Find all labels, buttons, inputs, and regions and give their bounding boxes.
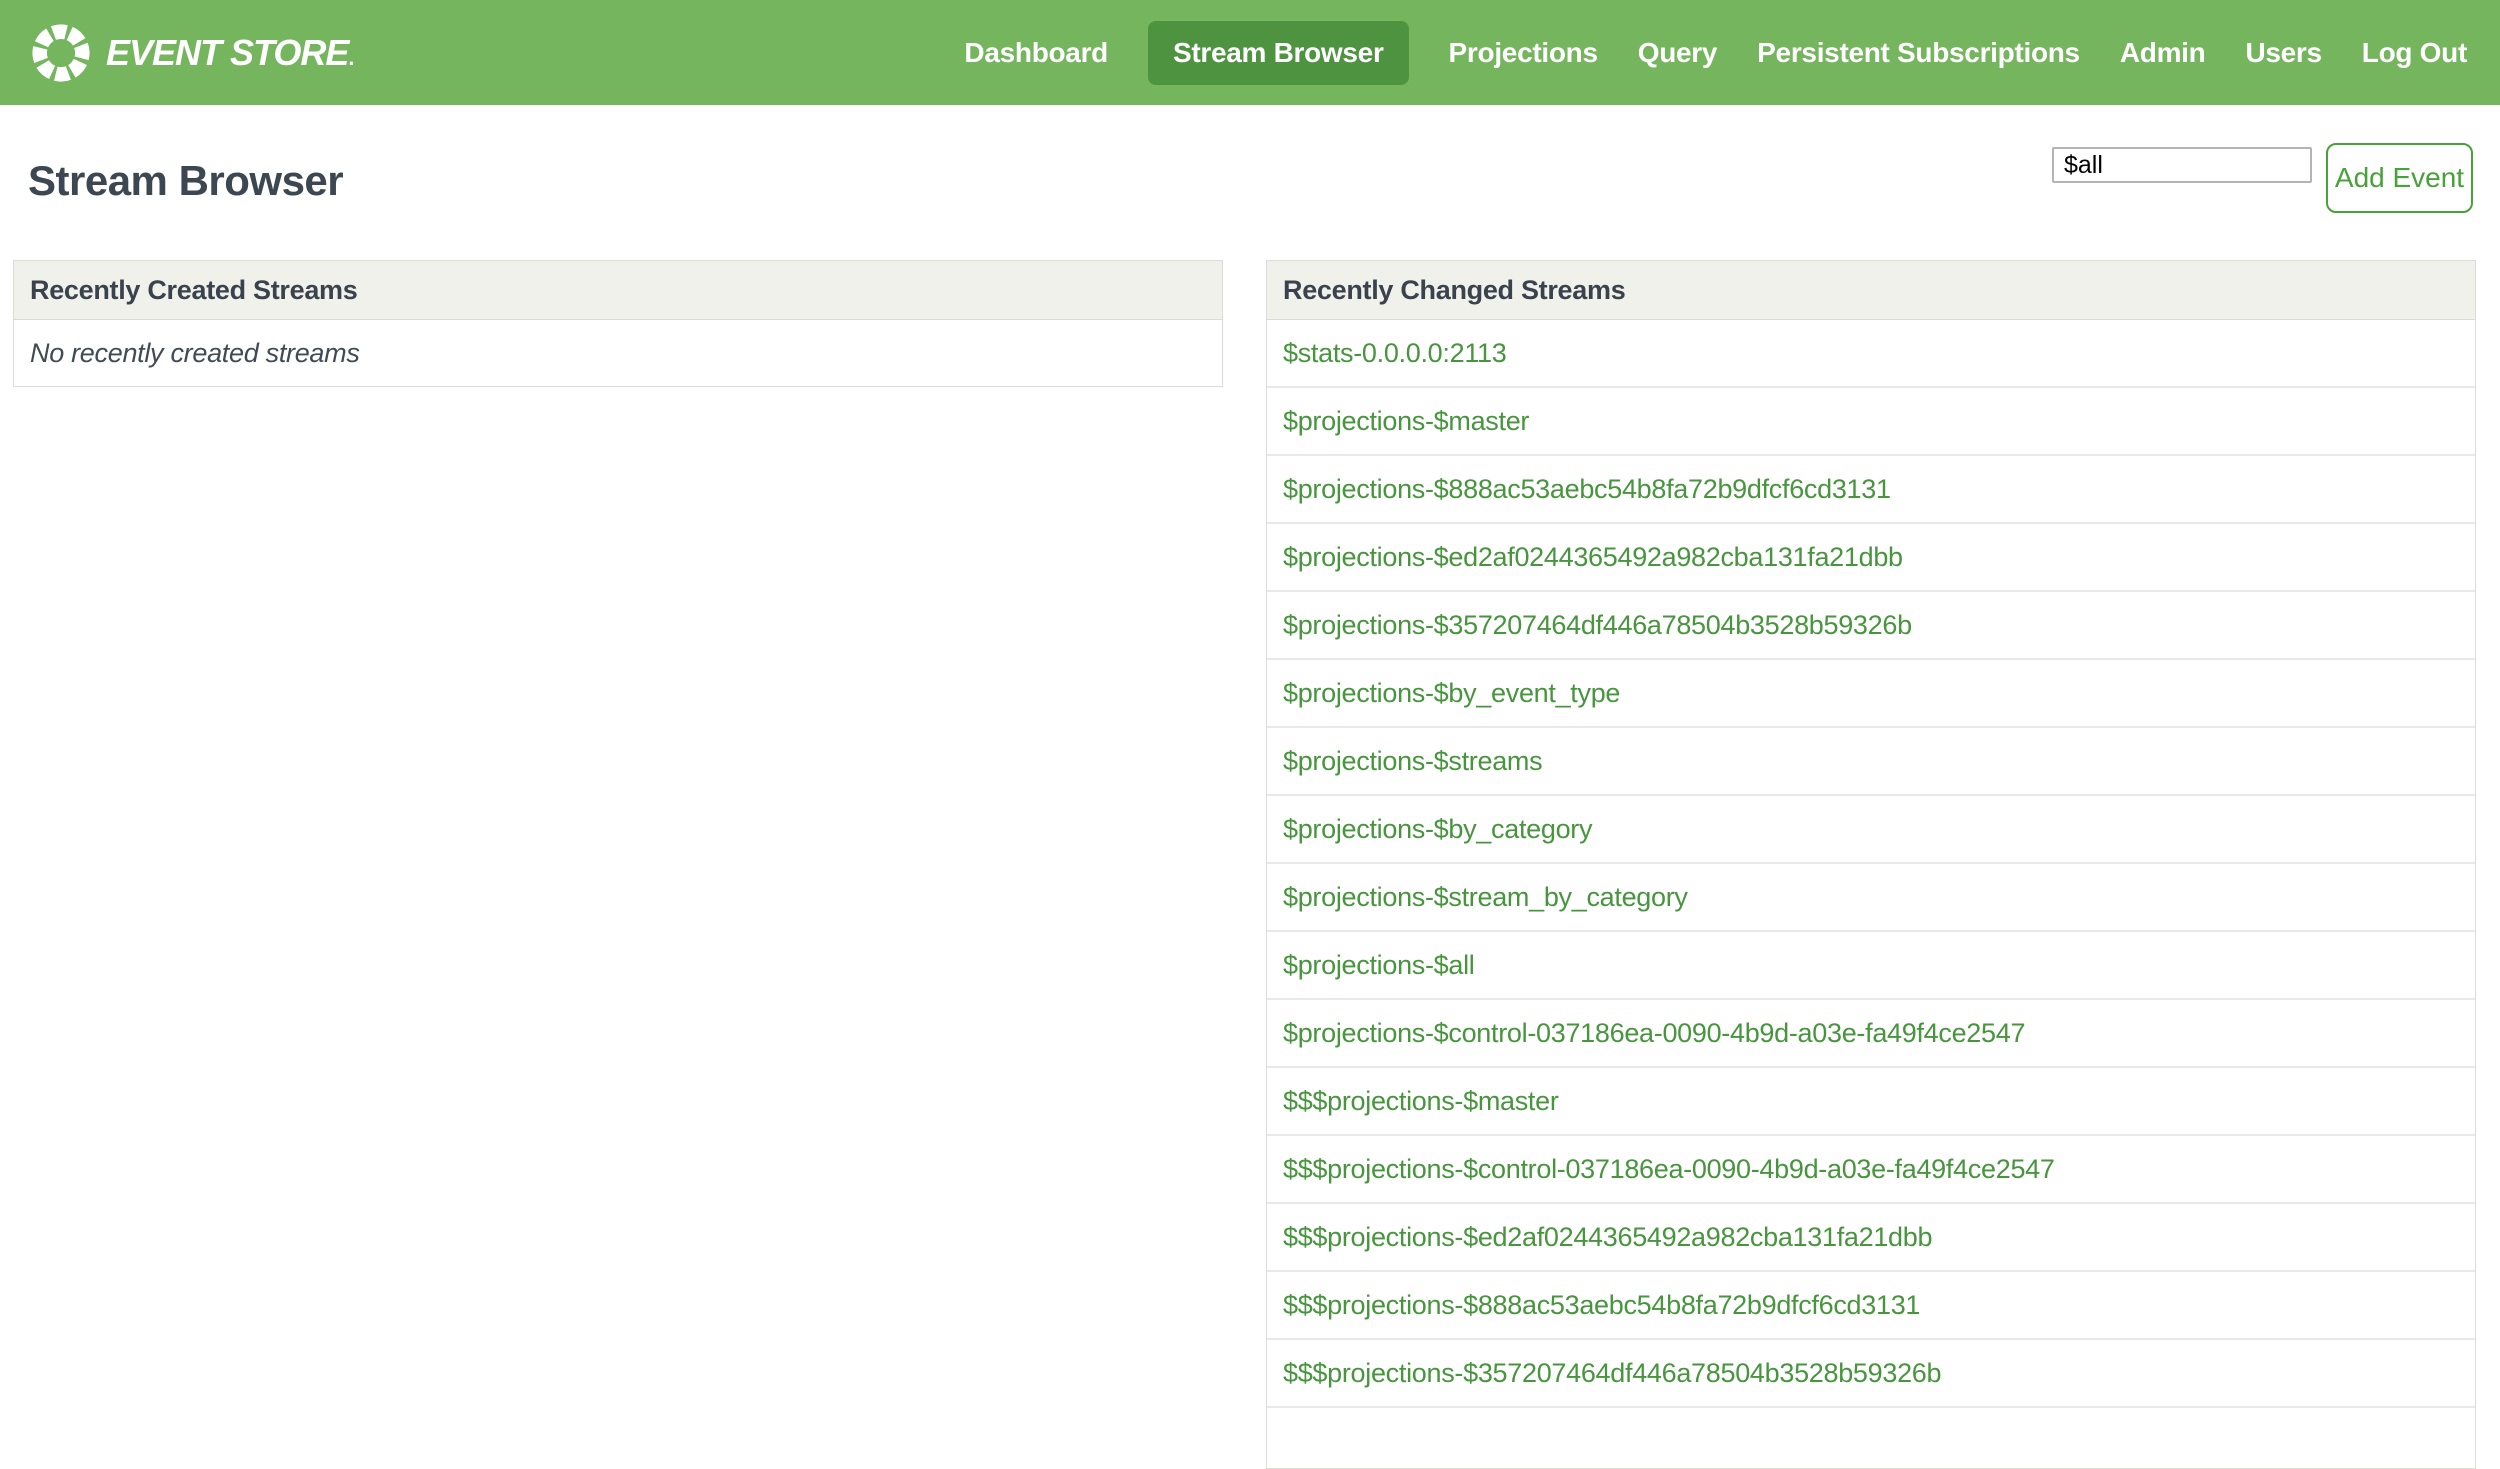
table-row: $projections-$master (1267, 388, 2475, 456)
empty-state-row: No recently created streams (14, 320, 1222, 386)
table-row: $$$projections-$master (1267, 1068, 2475, 1136)
recently-created-streams-header: Recently Created Streams (14, 261, 1222, 320)
stream-link[interactable]: $projections-$all (1283, 950, 1475, 980)
table-row: $$$projections-$357207464df446a78504b352… (1267, 1340, 2475, 1408)
table-row: $$$projections-$888ac53aebc54b8fa72b9dfc… (1267, 1272, 2475, 1340)
no-streams-message: No recently created streams (30, 338, 360, 368)
logo-trademark-dot: . (348, 44, 354, 70)
nav-item-users[interactable]: Users (2245, 21, 2322, 85)
add-event-button[interactable]: Add Event (2326, 143, 2473, 213)
table-row: $projections-$by_category (1267, 796, 2475, 864)
nav-item-dashboard[interactable]: Dashboard (964, 21, 1108, 85)
table-row: $projections-$stream_by_category (1267, 864, 2475, 932)
stream-link[interactable]: $projections-$357207464df446a78504b3528b… (1283, 610, 1912, 640)
nav-item-stream-browser[interactable]: Stream Browser (1147, 20, 1409, 85)
table-row: $projections-$all (1267, 932, 2475, 1000)
table-row: $projections-$ed2af0244365492a982cba131f… (1267, 524, 2475, 592)
logo-text: EVENT STORE (106, 31, 349, 73)
top-header-bar: EVENT STORE. Dashboard Stream Browser Pr… (0, 0, 2500, 105)
table-row: $projections-$888ac53aebc54b8fa72b9dfcf6… (1267, 456, 2475, 524)
stream-link[interactable]: $projections-$888ac53aebc54b8fa72b9dfcf6… (1283, 474, 1891, 504)
event-store-logo: EVENT STORE. (30, 22, 355, 84)
table-row: $projections-$357207464df446a78504b3528b… (1267, 592, 2475, 660)
table-row: $$$projections-$control-037186ea-0090-4b… (1267, 1136, 2475, 1204)
clipped-partial-row (1267, 1408, 2475, 1468)
stream-link[interactable]: $projections-$master (1283, 406, 1529, 436)
stream-link[interactable]: $$$projections-$control-037186ea-0090-4b… (1283, 1154, 2055, 1184)
nav-item-projections[interactable]: Projections (1449, 21, 1598, 85)
logo-wordmark: EVENT STORE. (106, 31, 355, 74)
table-row: $projections-$by_event_type (1267, 660, 2475, 728)
table-row: $projections-$streams (1267, 728, 2475, 796)
nav-item-log-out[interactable]: Log Out (2362, 21, 2468, 85)
main-navigation: Dashboard Stream Browser Projections Que… (964, 20, 2468, 85)
nav-item-persistent-subscriptions[interactable]: Persistent Subscriptions (1757, 21, 2080, 85)
stream-link[interactable]: $projections-$stream_by_category (1283, 882, 1688, 912)
stream-panels: Recently Created Streams No recently cre… (13, 260, 2476, 1469)
stream-link[interactable]: $$$projections-$357207464df446a78504b352… (1283, 1358, 1942, 1388)
stream-link[interactable]: $projections-$streams (1283, 746, 1543, 776)
table-row: $stats-0.0.0.0:2113 (1267, 320, 2475, 388)
recently-changed-streams-panel: Recently Changed Streams $stats-0.0.0.0:… (1266, 260, 2476, 1469)
recently-created-streams-panel: Recently Created Streams No recently cre… (13, 260, 1223, 387)
stream-link[interactable]: $projections-$ed2af0244365492a982cba131f… (1283, 542, 1903, 572)
stream-name-input[interactable] (2052, 147, 2312, 183)
recently-changed-streams-header: Recently Changed Streams (1267, 261, 2475, 320)
stream-link[interactable]: $stats-0.0.0.0:2113 (1283, 338, 1507, 368)
nav-item-admin[interactable]: Admin (2120, 21, 2206, 85)
stream-link[interactable]: $$$projections-$master (1283, 1086, 1559, 1116)
stream-link[interactable]: $projections-$by_category (1283, 814, 1592, 844)
table-row: $$$projections-$ed2af0244365492a982cba13… (1267, 1204, 2475, 1272)
stream-link[interactable]: $projections-$control-037186ea-0090-4b9d… (1283, 1018, 2025, 1048)
stream-link[interactable]: $$$projections-$ed2af0244365492a982cba13… (1283, 1222, 1933, 1252)
stream-link[interactable]: $$$projections-$888ac53aebc54b8fa72b9dfc… (1283, 1290, 1920, 1320)
table-row: $projections-$control-037186ea-0090-4b9d… (1267, 1000, 2475, 1068)
stream-link[interactable]: $projections-$by_event_type (1283, 678, 1620, 708)
event-store-ring-icon (32, 23, 90, 82)
nav-item-query[interactable]: Query (1638, 21, 1718, 85)
page-title: Stream Browser (28, 157, 344, 204)
